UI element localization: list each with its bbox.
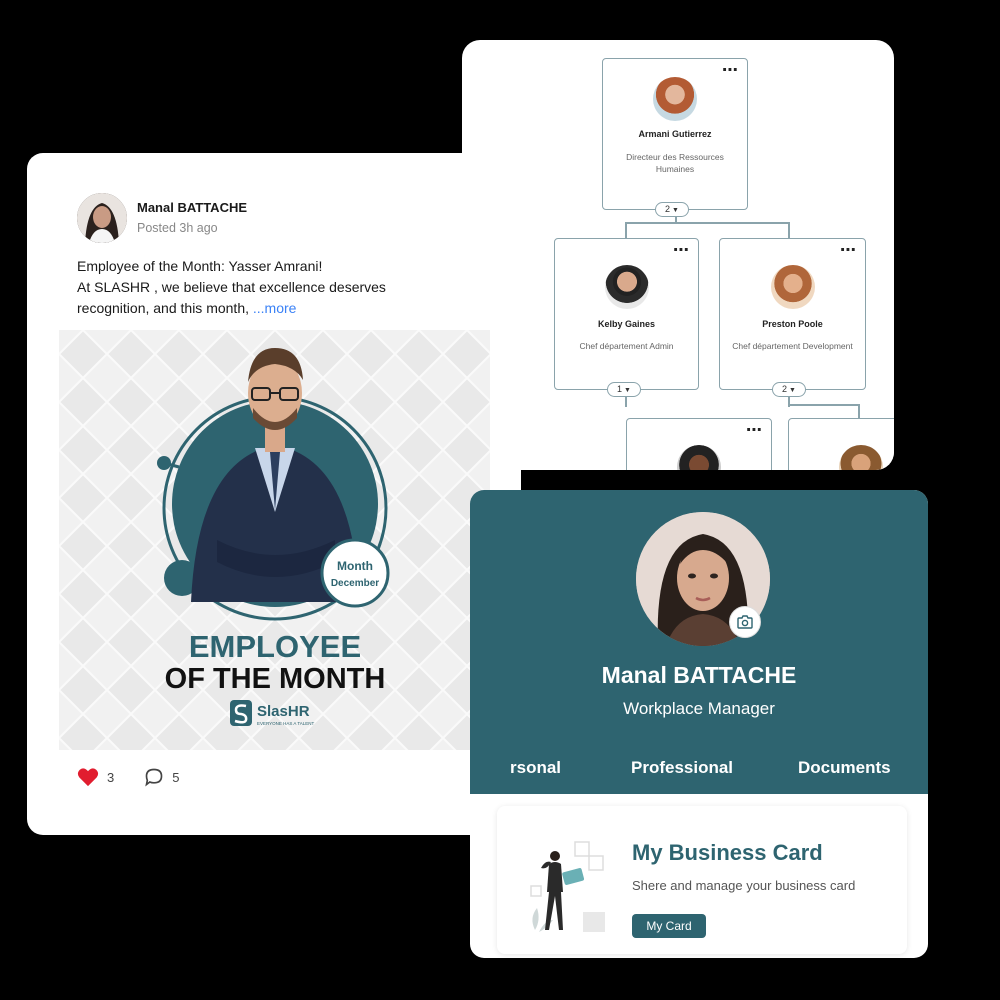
avatar — [653, 77, 697, 121]
node-name: Armani Gutierrez — [638, 129, 712, 139]
post-card: Manal BATTACHE Posted 3h ago Employee of… — [27, 153, 521, 835]
business-card-illustration — [530, 841, 605, 932]
change-photo-button[interactable] — [729, 606, 761, 638]
avatar — [839, 445, 883, 470]
node-role: Chef département Admin — [579, 341, 674, 351]
employee-of-month-graphic: Month December EMPLOYEE OF THE MONTH Sla… — [59, 330, 490, 750]
org-node[interactable]: ⋯ — [788, 418, 894, 470]
org-node[interactable]: ⋯ Armani Gutierrez Directeur des Ressour… — [602, 58, 748, 210]
org-chart-card: ⋯ Armani Gutierrez Directeur des Ressour… — [462, 40, 894, 470]
headline-1: EMPLOYEE — [189, 629, 361, 664]
avatar — [677, 445, 721, 470]
like-count: 3 — [107, 769, 115, 785]
connector-line — [858, 404, 860, 418]
profile-title: Workplace Manager — [623, 699, 775, 718]
post-time: Posted 3h ago — [137, 221, 218, 235]
post-line-1: Employee of the Month: Yasser Amrani! — [77, 258, 323, 274]
post-body: At SLASHR , we believe that excellence d… — [77, 279, 386, 316]
like-button[interactable]: 3 — [77, 767, 114, 787]
more-options-icon[interactable]: ⋯ — [722, 62, 739, 78]
heart-icon — [77, 768, 99, 787]
business-card-panel: My Business Card Shere and manage your b… — [497, 806, 907, 954]
chevron-down-icon: ▼ — [789, 387, 796, 394]
post-author[interactable]: Manal BATTACHE — [137, 200, 247, 215]
comment-icon — [145, 768, 163, 787]
avatar — [604, 265, 649, 309]
brand-tagline: EVERYONE HAS A TALENT — [257, 721, 315, 726]
node-role: Chef département Development — [732, 341, 853, 351]
comment-count: 5 — [172, 769, 180, 785]
profile-header: Manal BATTACHE Workplace Manager rsonal … — [470, 490, 928, 794]
chevron-down-icon: ▼ — [672, 207, 679, 214]
reactions-bar: 3 5 — [77, 765, 209, 789]
avatar — [770, 265, 815, 309]
post-image[interactable]: Month December EMPLOYEE OF THE MONTH Sla… — [59, 330, 490, 750]
children-count: 2 — [782, 384, 788, 394]
node-role: Directeur des Ressources Humaines — [626, 152, 724, 174]
my-card-button[interactable]: My Card — [632, 914, 706, 938]
org-node[interactable]: ⋯ — [626, 418, 772, 470]
profile-card: Manal BATTACHE Workplace Manager rsonal … — [470, 490, 928, 958]
expand-children-button[interactable]: 1 ▼ — [607, 382, 641, 397]
connector-line — [788, 222, 790, 238]
badge-sub: December — [331, 578, 379, 589]
expand-children-button[interactable]: 2 ▼ — [655, 202, 689, 217]
badge-month: Month — [337, 559, 373, 573]
comment-button[interactable]: 5 — [144, 767, 179, 787]
post-line-2: At SLASHR , we believe that excellence d… — [77, 277, 437, 319]
business-card-title: My Business Card — [632, 840, 823, 865]
connector-line — [788, 404, 858, 406]
children-count: 2 — [665, 204, 671, 214]
org-node[interactable]: ⋯ Kelby Gaines Chef département Admin — [554, 238, 699, 390]
node-name: Kelby Gaines — [597, 319, 656, 329]
camera-icon — [737, 615, 753, 629]
node-name: Preston Poole — [762, 319, 823, 329]
more-options-icon[interactable]: ⋯ — [746, 422, 763, 438]
tab-personal[interactable]: rsonal — [510, 758, 561, 778]
more-options-icon[interactable]: ⋯ — [673, 242, 690, 258]
expand-children-button[interactable]: 2 ▼ — [772, 382, 806, 397]
more-options-icon[interactable]: ⋯ — [840, 242, 857, 258]
tab-professional[interactable]: Professional — [631, 758, 733, 778]
business-card-description: Shere and manage your business card — [632, 878, 856, 893]
headline-2: OF THE MONTH — [165, 663, 386, 695]
org-node[interactable]: ⋯ Preston Poole Chef département Develop… — [719, 238, 866, 390]
chevron-down-icon: ▼ — [624, 387, 631, 394]
post-text: Employee of the Month: Yasser Amrani! At… — [77, 256, 437, 319]
connector-line — [625, 222, 789, 224]
children-count: 1 — [617, 384, 623, 394]
author-photo — [77, 193, 127, 243]
author-avatar[interactable] — [77, 193, 127, 243]
connector-line — [625, 222, 627, 238]
tab-documents[interactable]: Documents — [798, 758, 891, 778]
read-more-link[interactable]: ...more — [253, 300, 297, 316]
profile-name: Manal BATTACHE — [601, 662, 797, 688]
brand-name: SlasHR — [257, 703, 310, 720]
